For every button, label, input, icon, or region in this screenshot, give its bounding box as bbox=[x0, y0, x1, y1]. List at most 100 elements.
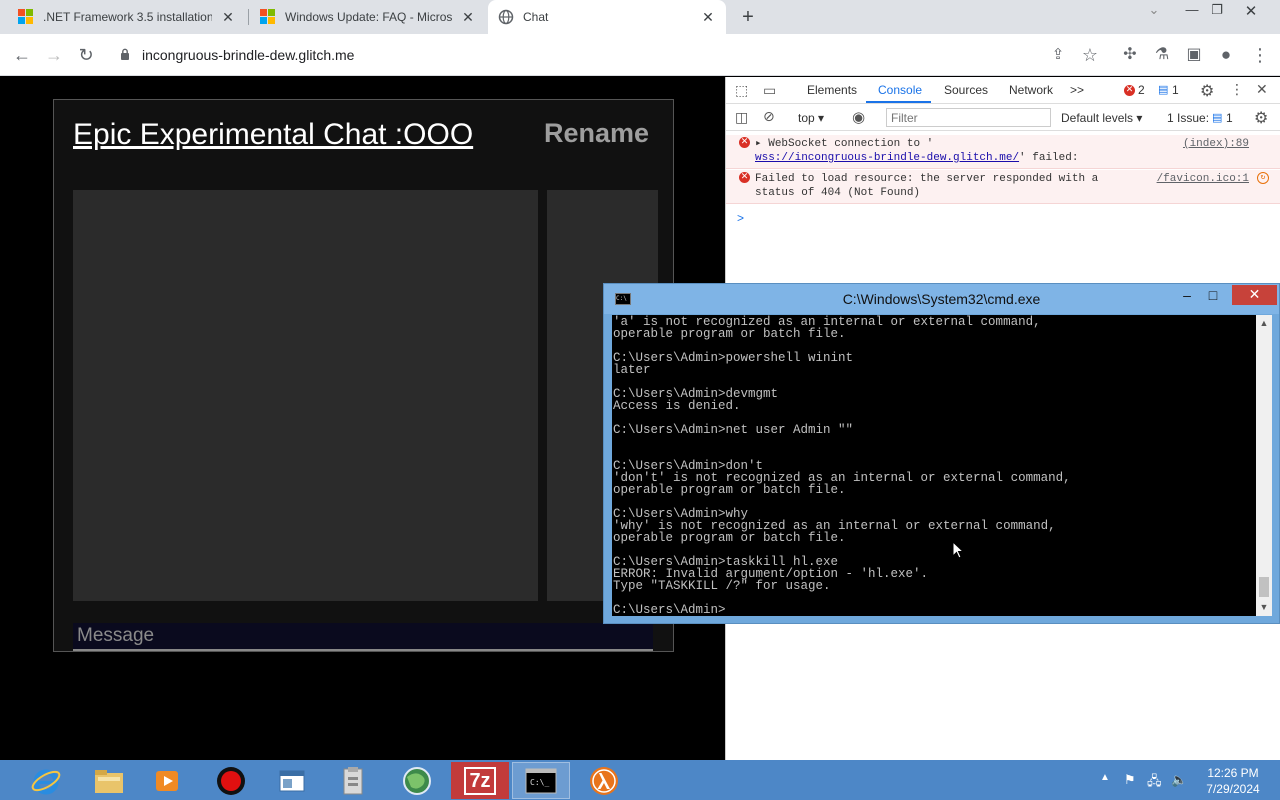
window-app-icon bbox=[279, 770, 305, 791]
volume-muted-icon[interactable]: 🔈 bbox=[1171, 772, 1187, 788]
clear-console-icon[interactable]: ⊘ bbox=[763, 108, 775, 125]
cmd-line: operable program or batch file. bbox=[613, 483, 846, 497]
console-prompt[interactable]: > bbox=[737, 211, 744, 225]
tab-network[interactable]: Network bbox=[1009, 83, 1053, 97]
system-clock[interactable]: 12:26 PM 7/29/2024 bbox=[1198, 765, 1268, 797]
console-message[interactable]: Failed to load resource: the server resp… bbox=[755, 172, 1098, 200]
globe-icon bbox=[498, 9, 514, 25]
more-tabs-button[interactable]: >> bbox=[1070, 83, 1084, 97]
mouse-cursor-icon bbox=[952, 541, 964, 559]
taskbar-cmd[interactable]: C:\_ bbox=[512, 762, 570, 799]
cmd-close-button[interactable]: ✕ bbox=[1232, 285, 1277, 305]
tab-search-icon[interactable]: ⌄ bbox=[1143, 2, 1165, 18]
source-link[interactable]: /favicon.ico:1 bbox=[1157, 172, 1249, 186]
action-center-flag-icon[interactable]: ⚑ bbox=[1124, 772, 1136, 788]
close-devtools-icon[interactable]: ✕ bbox=[1256, 81, 1268, 98]
back-button[interactable]: ← bbox=[10, 43, 34, 67]
microsoft-logo-icon bbox=[18, 9, 34, 25]
context-selector[interactable]: top ▾ bbox=[798, 111, 824, 125]
settings-gear-icon[interactable]: ⚙ bbox=[1200, 81, 1214, 101]
media-player-icon bbox=[156, 770, 178, 791]
console-toolbar: ◫ ⊘ top ▾ ◉ Default levels ▾ 1 Issue: ▤ … bbox=[726, 104, 1280, 131]
menu-kebab-icon[interactable]: ⋮ bbox=[1248, 43, 1272, 67]
rename-button[interactable]: Rename bbox=[544, 118, 649, 149]
device-toolbar-icon[interactable]: ▭ bbox=[763, 82, 776, 99]
tab-chat[interactable]: Chat ✕ bbox=[488, 0, 726, 34]
cmd-line: Access is denied. bbox=[613, 399, 741, 413]
console-message[interactable]: ▸ WebSocket connection to ' wss://incong… bbox=[755, 137, 1078, 165]
taskbar-7zip[interactable]: 7z bbox=[451, 762, 509, 799]
tab-windows-update[interactable]: Windows Update: FAQ - Microso ✕ bbox=[250, 0, 486, 34]
windows-taskbar: 7z C:\_ ▲ ⚑ 🖧 🔈 12:26 PM 7/29/2024 bbox=[0, 760, 1280, 800]
taskbar-window-app[interactable] bbox=[263, 762, 321, 799]
taskbar-archive-app[interactable] bbox=[324, 762, 382, 799]
share-icon[interactable]: ⇪ bbox=[1046, 43, 1070, 67]
taskbar-half-life[interactable] bbox=[575, 762, 633, 799]
cmd-window: C:\ C:\Windows\System32\cmd.exe – □ ✕ 'a… bbox=[603, 283, 1280, 624]
cmd-maximize-button[interactable]: □ bbox=[1201, 287, 1225, 303]
close-window-button[interactable]: ✕ bbox=[1240, 2, 1262, 20]
network-panel-icon[interactable]: ↻ bbox=[1257, 172, 1269, 184]
live-expression-eye-icon[interactable]: ◉ bbox=[852, 108, 865, 126]
cmd-scrollbar[interactable]: ▲ ▼ bbox=[1256, 315, 1272, 616]
reload-button[interactable]: ↻ bbox=[74, 43, 98, 67]
new-tab-button[interactable]: + bbox=[737, 6, 759, 29]
sidebar-toggle-icon[interactable]: ◫ bbox=[735, 109, 748, 126]
taskbar-globe-app[interactable] bbox=[388, 762, 446, 799]
cmd-line: operable program or batch file. bbox=[613, 531, 846, 545]
taskbar-media-player[interactable] bbox=[138, 762, 196, 799]
context-label: top bbox=[798, 111, 815, 125]
address-bar[interactable]: incongruous-brindle-dew.glitch.me bbox=[142, 43, 354, 67]
tab-dotnet[interactable]: .NET Framework 3.5 installation ✕ bbox=[8, 0, 246, 34]
websocket-url-link[interactable]: wss://incongruous-brindle-dew.glitch.me/ bbox=[755, 152, 1019, 164]
tab-elements[interactable]: Elements bbox=[807, 83, 857, 97]
profile-avatar-icon[interactable]: ● bbox=[1214, 43, 1238, 67]
folder-icon bbox=[95, 769, 123, 793]
browser-toolbar: ← → ↻ incongruous-brindle-dew.glitch.me … bbox=[0, 34, 1280, 76]
taskbar-file-explorer[interactable] bbox=[80, 762, 138, 799]
tab-console[interactable]: Console bbox=[878, 83, 922, 97]
show-hidden-icons-arrow[interactable]: ▲ bbox=[1100, 772, 1110, 783]
active-tab-indicator bbox=[866, 101, 931, 103]
devtools-tab-bar: ⬚ ▭ Elements Console Sources Network >> … bbox=[726, 77, 1280, 104]
log-levels-dropdown[interactable]: Default levels ▾ bbox=[1061, 111, 1142, 125]
console-filter-input[interactable] bbox=[886, 108, 1051, 127]
cmd-line: C:\Users\Admin>powershell winint bbox=[613, 351, 854, 365]
source-link[interactable]: (index):89 bbox=[1183, 137, 1249, 151]
lock-icon[interactable] bbox=[120, 48, 130, 60]
tab-title: Chat bbox=[523, 10, 549, 24]
cmd-console[interactable]: 'a' is not recognized as an internal or … bbox=[612, 315, 1256, 616]
close-tab-icon[interactable]: ✕ bbox=[460, 9, 476, 26]
console-settings-gear-icon[interactable]: ⚙ bbox=[1254, 108, 1268, 128]
close-tab-icon[interactable]: ✕ bbox=[220, 9, 236, 26]
message-count[interactable]: 1 bbox=[1172, 83, 1179, 97]
issues-label[interactable]: 1 Issue: bbox=[1167, 111, 1209, 125]
issues-count[interactable]: 1 bbox=[1226, 111, 1233, 125]
extensions-icon[interactable]: ✣ bbox=[1118, 43, 1142, 67]
taskbar-internet-explorer[interactable] bbox=[17, 762, 75, 799]
labs-flask-icon[interactable]: ⚗ bbox=[1150, 43, 1174, 67]
tab-sources[interactable]: Sources bbox=[944, 83, 988, 97]
minimize-window-button[interactable]: — bbox=[1181, 2, 1203, 17]
forward-button[interactable]: → bbox=[42, 43, 66, 67]
scroll-thumb[interactable] bbox=[1259, 577, 1269, 597]
chat-title[interactable]: Epic Experimental Chat :OOO bbox=[73, 118, 473, 152]
network-icon[interactable]: 🖧 bbox=[1147, 772, 1162, 794]
error-count[interactable]: 2 bbox=[1138, 83, 1145, 97]
console-message-text: Failed to load resource: the server resp… bbox=[755, 173, 1099, 185]
tab-divider bbox=[248, 9, 249, 25]
inspect-element-icon[interactable]: ⬚ bbox=[735, 82, 748, 99]
scroll-up-arrow-icon[interactable]: ▲ bbox=[1256, 318, 1272, 328]
taskbar-record-app[interactable] bbox=[202, 762, 260, 799]
restore-window-button[interactable]: ❐ bbox=[1206, 2, 1228, 18]
message-count-icon: ▤ bbox=[1158, 84, 1169, 96]
message-input[interactable] bbox=[73, 623, 653, 651]
bookmark-star-icon[interactable]: ☆ bbox=[1078, 43, 1102, 67]
cmd-minimize-button[interactable]: – bbox=[1175, 287, 1199, 303]
scroll-down-arrow-icon[interactable]: ▼ bbox=[1256, 602, 1272, 612]
cmd-line: operable program or batch file. bbox=[613, 327, 846, 341]
cmd-title-bar[interactable]: C:\ C:\Windows\System32\cmd.exe – □ ✕ bbox=[604, 284, 1279, 314]
side-panel-icon[interactable]: ▣ bbox=[1182, 43, 1206, 67]
devtools-menu-icon[interactable]: ⋮ bbox=[1230, 81, 1244, 98]
close-tab-icon[interactable]: ✕ bbox=[700, 9, 716, 26]
